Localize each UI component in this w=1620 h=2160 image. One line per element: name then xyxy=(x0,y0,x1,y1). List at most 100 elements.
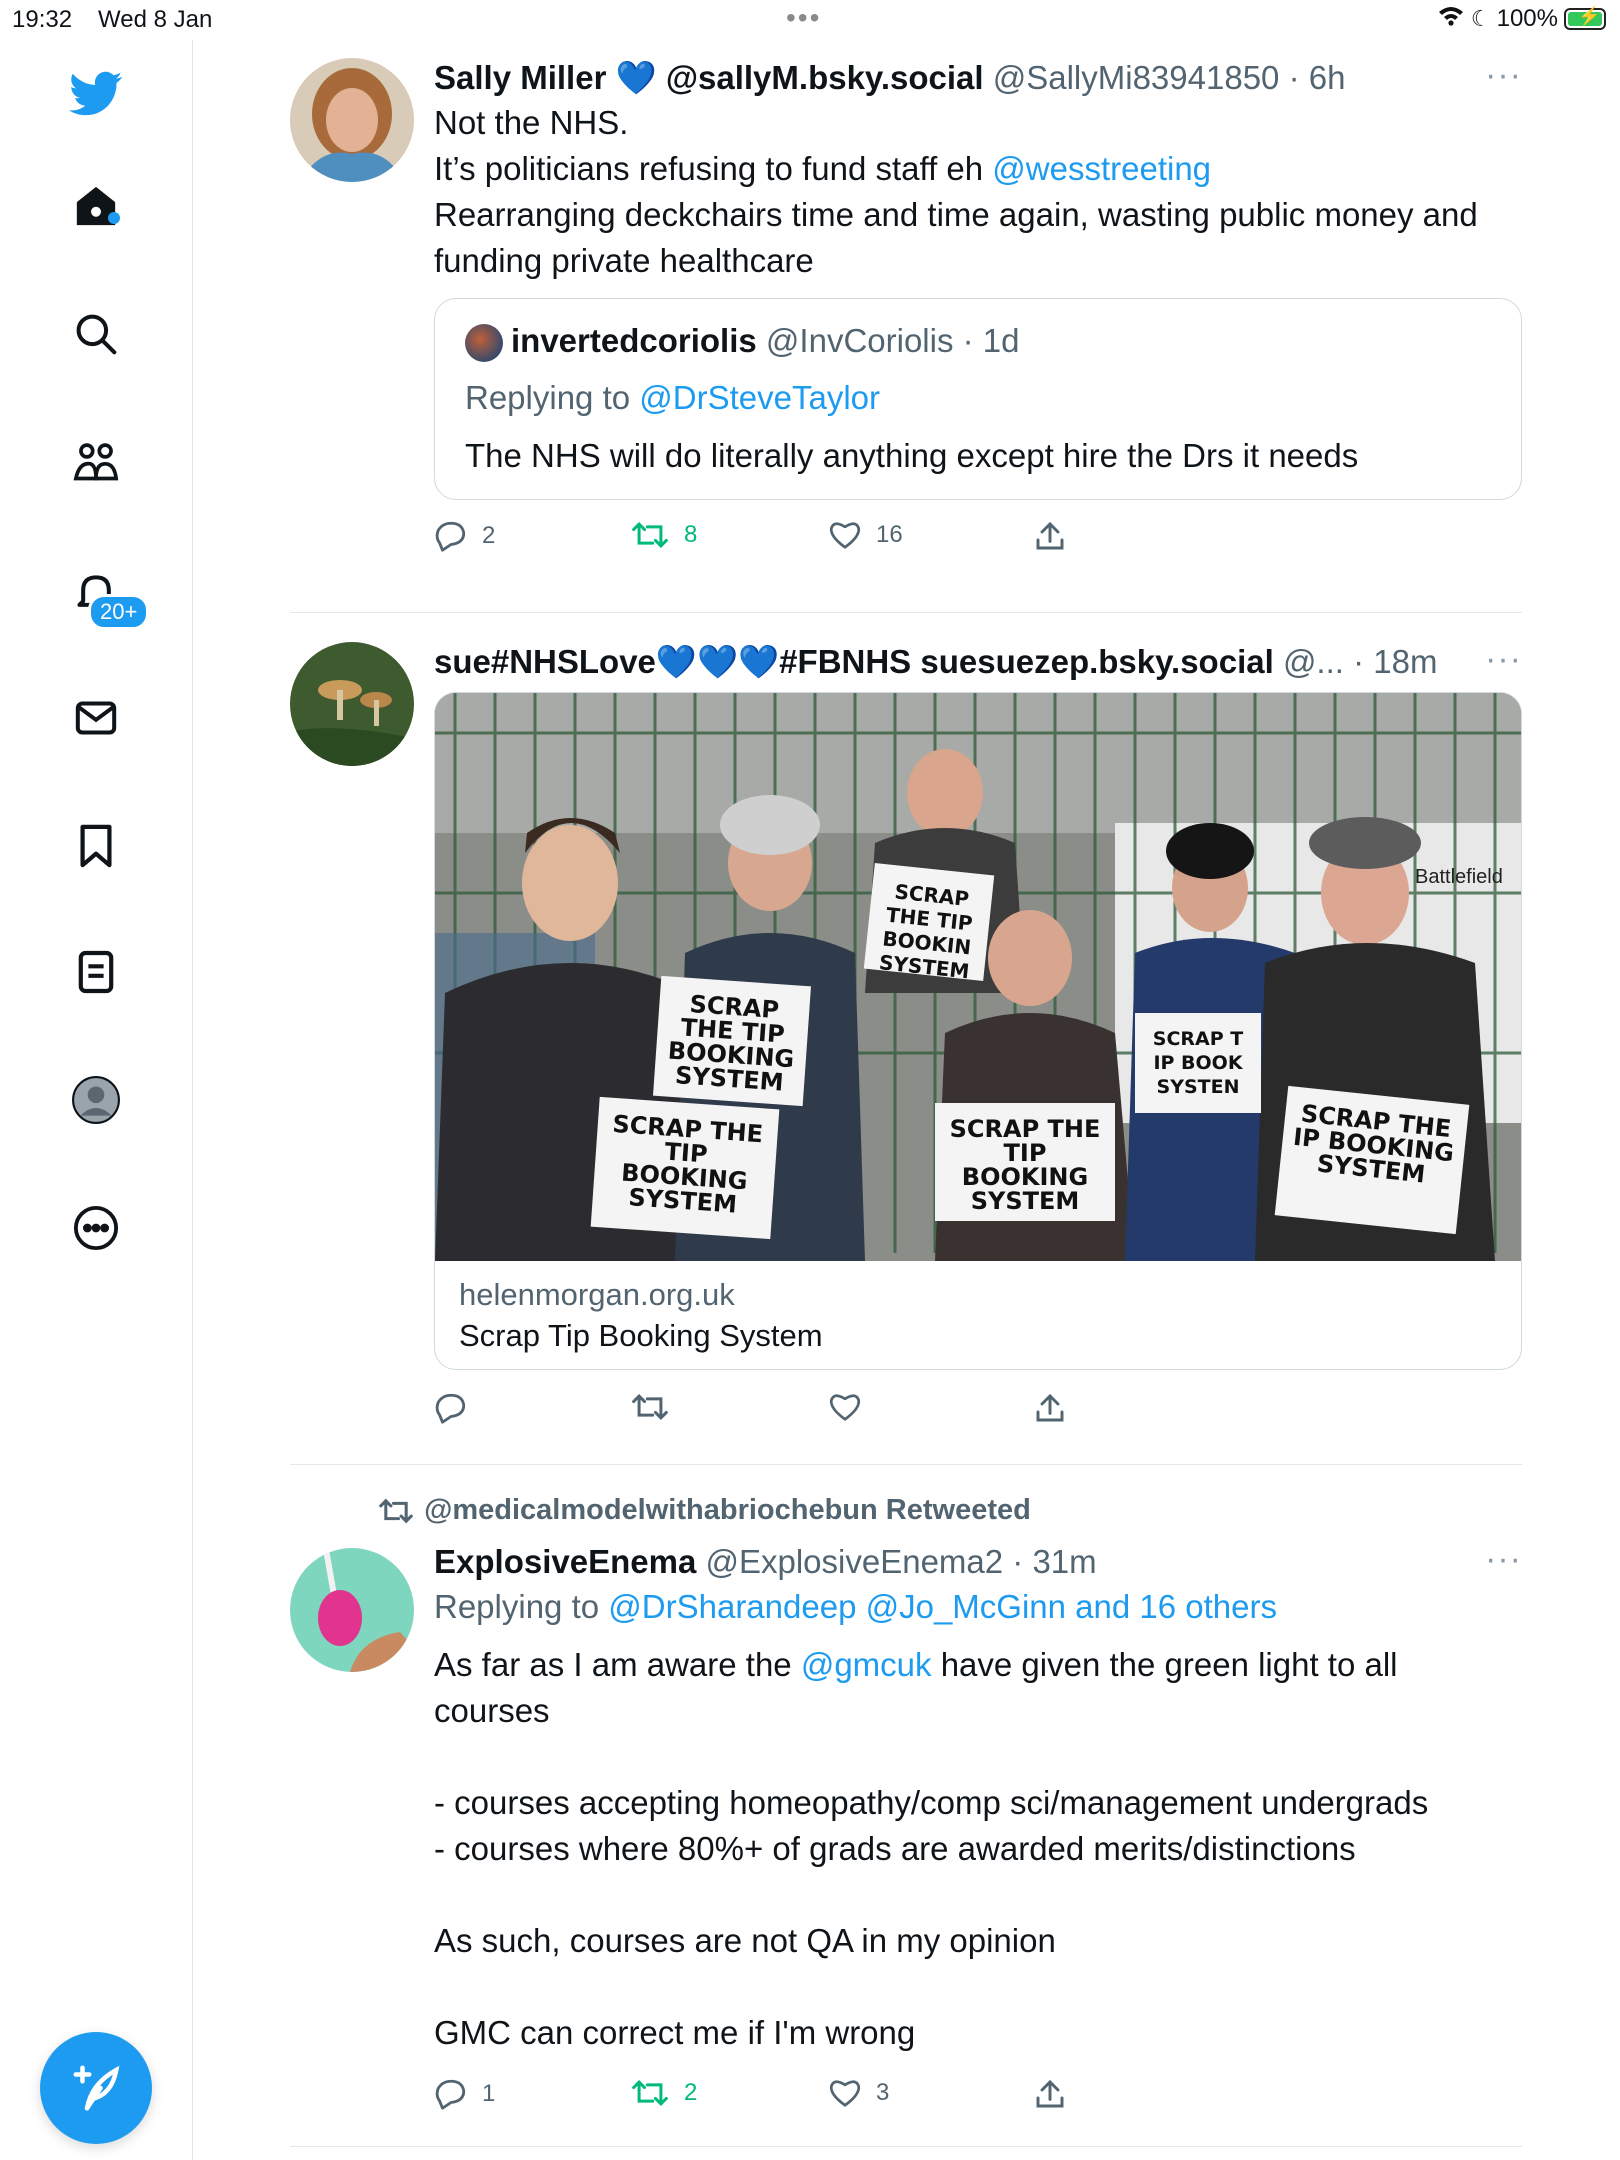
clock: 19:32 xyxy=(12,6,73,33)
twitter-logo-icon[interactable] xyxy=(64,62,128,126)
tweet-bullet: - courses where 80%+ of grads are awarde… xyxy=(434,1830,1356,1867)
tweet-bullet: - courses accepting homeopathy/comp sci/… xyxy=(434,1784,1429,1821)
reply-button[interactable]: 1 xyxy=(434,2078,495,2110)
tweet-line: It’s politicians refusing to fund staff … xyxy=(434,146,1522,192)
wifi-icon xyxy=(1437,4,1465,33)
share-icon[interactable] xyxy=(1034,520,1066,552)
retweet-small-icon xyxy=(376,1494,424,1526)
more-options-icon[interactable] xyxy=(64,1196,128,1260)
protest-sign: SCRAP THE TIP BOOKING SYSTEM xyxy=(590,1096,780,1240)
tweet-header: ExplosiveEnema @ExplosiveEnema2 · 31m xyxy=(434,1540,1522,1584)
quoted-replying-to: Replying to @DrSteveTaylor xyxy=(465,375,1491,421)
quoted-avatar xyxy=(465,324,503,363)
like-count: 16 xyxy=(876,521,903,548)
compose-tweet-button[interactable] xyxy=(40,2032,152,2144)
reply-button[interactable]: 2 xyxy=(434,520,495,552)
mention-link[interactable]: @gmcuk xyxy=(801,1646,932,1683)
home-icon[interactable] xyxy=(64,174,128,238)
date: Wed 8 Jan xyxy=(98,6,213,33)
tweet-line: Rearranging deckchairs time and time aga… xyxy=(434,196,1478,279)
battery-percent: 100% xyxy=(1496,4,1558,32)
more-options-button[interactable]: ··· xyxy=(1485,640,1522,679)
card-domain: helenmorgan.org.uk xyxy=(459,1277,735,1312)
retweeted-by-text[interactable]: @medicalmodelwithabriochebun Retweeted xyxy=(424,1494,1031,1526)
protest-sign: SCRAP THE IP BOOKING SYSTEM xyxy=(1274,1085,1470,1235)
reply-button[interactable] xyxy=(434,1392,468,1424)
more-options-button[interactable]: ··· xyxy=(1485,56,1522,95)
notifications-badge: 20+ xyxy=(88,594,150,630)
reply-count: 2 xyxy=(482,522,496,549)
background-sign-text: Battlefield xyxy=(1415,866,1503,888)
status-bar: 19:32 Wed 8 Jan ••• ☾ 100% ⚡ xyxy=(0,0,1620,40)
tweet-actions xyxy=(434,1392,1522,1440)
protest-sign: SCRAP THE TIP BOOKIN SYSTEM xyxy=(863,863,995,983)
tweet-line-text: It’s politicians refusing to fund staff … xyxy=(434,150,984,187)
bookmark-icon[interactable] xyxy=(64,814,128,878)
handle-and-time[interactable]: @SallyMi83941850 · 6h xyxy=(993,59,1346,96)
avatar[interactable] xyxy=(290,1548,414,1672)
moon-icon: ☾ xyxy=(1470,5,1491,31)
avatar[interactable] xyxy=(290,642,414,766)
protest-sign: SCRAP THE TIP BOOKING SYSTEM xyxy=(935,1103,1115,1221)
card-title: Scrap Tip Booking System xyxy=(459,1318,823,1353)
handle-and-time[interactable]: @... · 18m xyxy=(1283,643,1438,680)
card-image[interactable]: Battlefield SCRAP THE TIP BOOKING SYSTEM… xyxy=(435,693,1521,1261)
reply-count: 1 xyxy=(482,2080,496,2107)
quoted-handle-and-time: @InvCoriolis · 1d xyxy=(765,322,1020,359)
quoted-tweet-header: invertedcoriolis @InvCoriolis · 1d xyxy=(465,319,1491,363)
like-button[interactable]: 3 xyxy=(828,2078,889,2108)
communities-icon[interactable] xyxy=(64,430,128,494)
lists-icon[interactable] xyxy=(64,940,128,1004)
share-icon[interactable] xyxy=(1034,2078,1066,2110)
tweet-actions: 2 8 16 xyxy=(434,520,1522,568)
multitasking-dots[interactable]: ••• xyxy=(786,2,821,34)
tweet-paragraph: GMC can correct me if I'm wrong xyxy=(434,2014,916,2051)
protest-sign: SCRAP T IP BOOK SYSTEN xyxy=(1135,1013,1261,1113)
more-options-button[interactable]: ··· xyxy=(1485,1540,1522,1579)
mention-link[interactable]: @wesstreeting xyxy=(992,150,1211,187)
display-name[interactable]: ExplosiveEnema xyxy=(434,1543,696,1580)
retweet-count: 8 xyxy=(684,521,698,548)
retweeted-by: @medicalmodelwithabriochebun Retweeted xyxy=(376,1490,1031,1530)
retweet-button[interactable] xyxy=(630,1392,670,1422)
display-name[interactable]: sue#NHSLove💙💙💙#FBNHS suesuezep.bsky.soci… xyxy=(434,643,1274,680)
retweet-button[interactable]: 8 xyxy=(630,520,697,550)
tweet-paragraph: As such, courses are not QA in my opinio… xyxy=(434,1922,1056,1959)
link-card[interactable]: Battlefield SCRAP THE TIP BOOKING SYSTEM… xyxy=(434,692,1522,1370)
search-icon[interactable] xyxy=(64,302,128,366)
tweet-text-part: As far as I am aware the xyxy=(434,1646,792,1683)
retweet-count: 2 xyxy=(684,2079,698,2106)
quoted-display-name: invertedcoriolis xyxy=(511,322,757,359)
protest-sign: SCRAP THE TIP BOOKING SYSTEM xyxy=(652,975,812,1107)
avatar[interactable] xyxy=(290,58,414,182)
divider xyxy=(290,1464,1522,1465)
retweet-button[interactable]: 2 xyxy=(630,2078,697,2108)
tweet-header: sue#NHSLove💙💙💙#FBNHS suesuezep.bsky.soci… xyxy=(434,640,1454,684)
battery-icon: ⚡ xyxy=(1564,6,1606,30)
divider xyxy=(290,2146,1522,2147)
divider xyxy=(290,612,1522,613)
card-meta: helenmorgan.org.uk Scrap Tip Booking Sys… xyxy=(435,1261,1521,1369)
like-button[interactable] xyxy=(828,1392,862,1422)
replying-to-link[interactable]: @DrSharandeep @Jo_McGinn and 16 others xyxy=(608,1588,1277,1625)
new-content-dot xyxy=(108,212,120,224)
share-icon[interactable] xyxy=(1034,1392,1066,1424)
like-button[interactable]: 16 xyxy=(828,520,903,550)
tweet-actions: 1 2 3 xyxy=(434,2078,1522,2126)
profile-avatar-icon[interactable] xyxy=(64,1068,128,1132)
tweet-line: Not the NHS. xyxy=(434,104,629,141)
display-name[interactable]: Sally Miller 💙 @sallyM.bsky.social xyxy=(434,59,984,96)
messages-envelope-icon[interactable] xyxy=(64,686,128,750)
quoted-text: The NHS will do literally anything excep… xyxy=(465,437,1359,474)
quoted-tweet[interactable]: invertedcoriolis @InvCoriolis · 1d Reply… xyxy=(434,298,1522,500)
sidebar: 20+ xyxy=(0,40,193,2160)
like-count: 3 xyxy=(876,2079,890,2106)
replying-prefix: Replying to xyxy=(465,379,631,416)
handle-and-time[interactable]: @ExplosiveEnema2 · 31m xyxy=(705,1543,1096,1580)
tweet-paragraph: As far as I am aware the @gmcuk have giv… xyxy=(434,1642,1522,1734)
tweet-text: As far as I am aware the @gmcuk have giv… xyxy=(434,1642,1522,2056)
replying-to-link[interactable]: @DrSteveTaylor xyxy=(639,379,880,416)
replying-to: Replying to @DrSharandeep @Jo_McGinn and… xyxy=(434,1584,1522,1630)
tweet-text: Not the NHS. It’s politicians refusing t… xyxy=(434,100,1522,284)
replying-prefix: Replying to xyxy=(434,1588,600,1625)
